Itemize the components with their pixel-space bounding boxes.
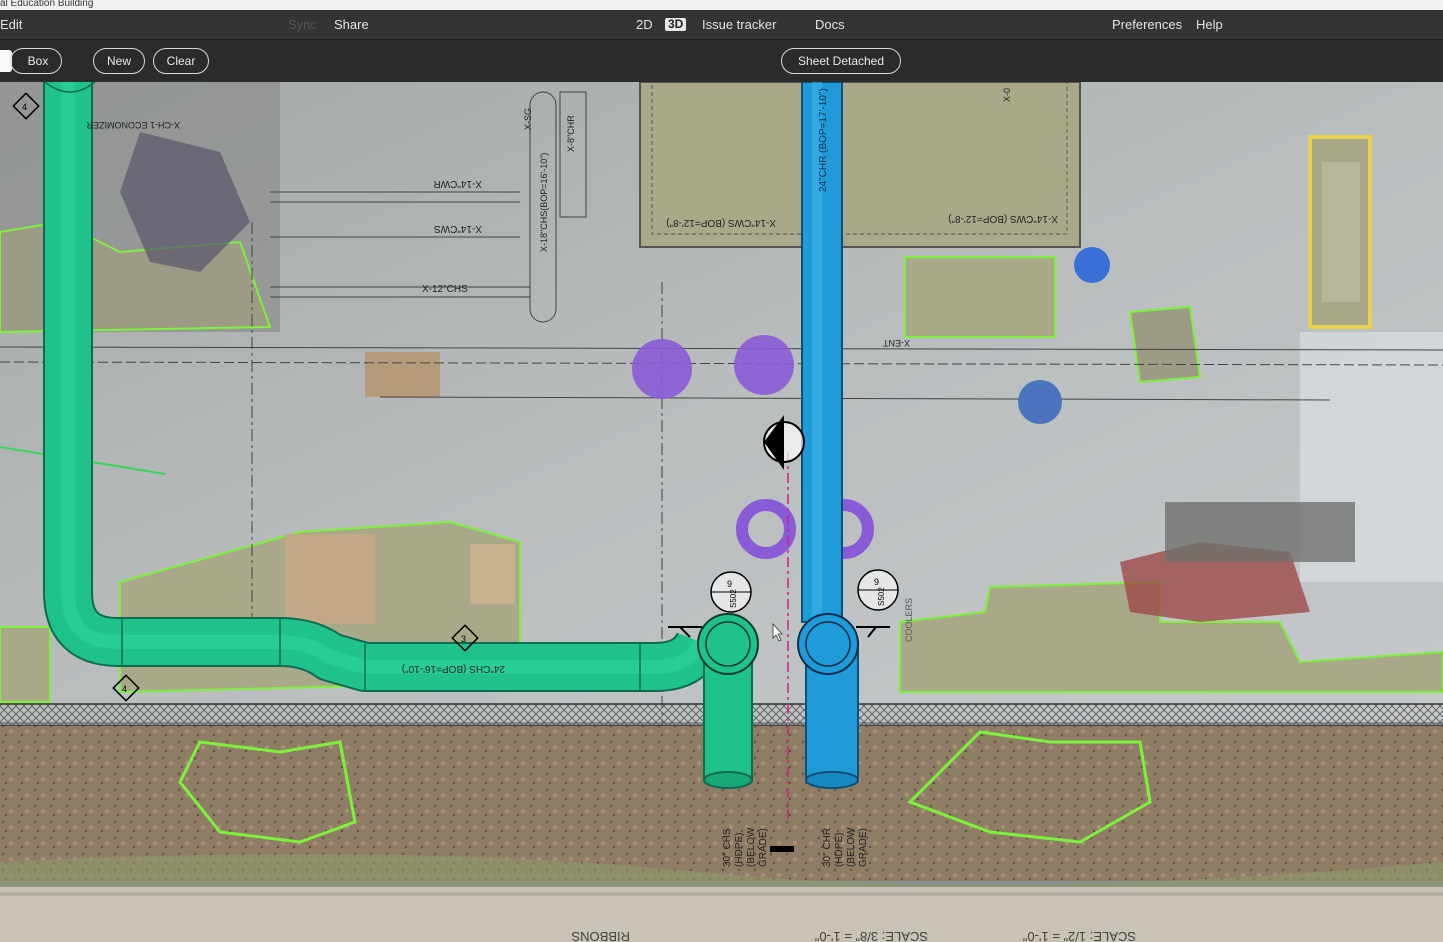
mode-3d-button[interactable]: 3D: [665, 18, 687, 31]
diamond-top-number: 4: [22, 102, 27, 112]
below-chr-line-3: (BELOW: [846, 827, 857, 867]
box-button[interactable]: Box: [10, 48, 62, 74]
label-xsg: X-SG: [523, 108, 533, 130]
scale-label-2: SCALE: 1/2" = 1'-0": [1022, 929, 1136, 942]
tag-sheet-right: S502: [877, 587, 886, 606]
cardboard-box-2: [470, 544, 515, 604]
label-chs-right-1: X-18"CHS(BOP=16'-10"): [539, 153, 549, 252]
blue-barrel: [1074, 247, 1110, 283]
menu-help[interactable]: Help: [1196, 10, 1223, 39]
new-button[interactable]: New: [93, 48, 145, 74]
label-chs12: X-12"CHS: [422, 284, 468, 295]
below-chs-line-3: (BELOW: [746, 827, 757, 867]
clear-button[interactable]: Clear: [153, 48, 209, 74]
label-xent: X-ENT: [882, 338, 910, 348]
label-coolers: COOLERS: [904, 598, 914, 642]
menu-docs[interactable]: Docs: [815, 10, 845, 39]
diamond-mid-number: 3: [461, 634, 466, 644]
below-chr-line-1: 30" CHR: [822, 828, 833, 867]
box-button-label: Box: [27, 54, 49, 68]
below-chr-line-4: GRADE): [858, 828, 869, 867]
label-chs-right-2: X-8"CHR: [566, 115, 576, 152]
diamond-left-number: 4: [122, 684, 127, 694]
cardboard-box-1: [285, 534, 375, 624]
menu-preferences[interactable]: Preferences: [1112, 10, 1182, 39]
menu-bar: Edit Sync Share 2D 3D Issue tracker Docs…: [0, 10, 1443, 39]
label-econ: X-CH-1 ECONOMIZER: [86, 120, 180, 130]
tag-sheet-left: S502: [729, 589, 738, 608]
equipment-right-box: [1128, 305, 1202, 384]
label-cwr: X-14"CWR: [433, 178, 482, 189]
drawing-viewport[interactable]: 24"CHS (BOP=16'-10") 24"CHR (BOP=17'-10"…: [0, 82, 1443, 942]
below-chr-line-2: (HDPE): [834, 833, 845, 867]
section-tick: [770, 846, 794, 852]
menu-share[interactable]: Share: [334, 10, 369, 39]
purple-tank-2: [734, 335, 794, 395]
toolbar: Box New Clear Sheet Detached: [0, 39, 1443, 83]
scale-label-1: SCALE: 3/8" = 1'-0": [814, 929, 928, 942]
label-cws-bop-left: X-14"CWS (BOP=12'-8"): [666, 217, 776, 228]
equipment-right-block: [904, 256, 1056, 338]
chs-riser: [697, 613, 759, 789]
label-cws-bop-right: X-14"CWS (BOP=12'-8"): [948, 213, 1058, 224]
menu-edit[interactable]: Edit: [0, 10, 22, 39]
bottom-ribbon-label: RIBBONS: [571, 929, 630, 942]
machinery-right-dark: [1165, 502, 1355, 562]
label-chr-blue: 24"CHR (BOP=17'-10"): [818, 88, 829, 192]
equipment-left-bottom: [0, 626, 51, 703]
label-x-top: X-0: [1002, 88, 1012, 102]
blue-barrel-2: [1018, 380, 1062, 424]
label-chs-green: 24"CHS (BOP=16'-10"): [402, 663, 505, 674]
below-chs-line-1: 30" CHS: [722, 828, 733, 867]
label-cws: X-14"CWS: [434, 223, 482, 234]
tag-num-left: 9: [727, 579, 732, 589]
purple-tank-1: [632, 339, 692, 399]
sheet-detached-button[interactable]: Sheet Detached: [781, 48, 901, 74]
menu-issue-tracker[interactable]: Issue tracker: [702, 10, 776, 39]
below-chs-line-4: GRADE): [758, 828, 769, 867]
menu-sync[interactable]: Sync: [288, 10, 317, 39]
equipment-right-tall-inner: [1322, 162, 1360, 302]
cardboard-box-3: [365, 352, 440, 397]
tag-num-right: 9: [874, 577, 879, 587]
mode-2d-button[interactable]: 2D: [636, 10, 653, 39]
window-title: al Education Building: [0, 0, 1443, 10]
below-chs-line-2: (HDPE): [734, 833, 745, 867]
